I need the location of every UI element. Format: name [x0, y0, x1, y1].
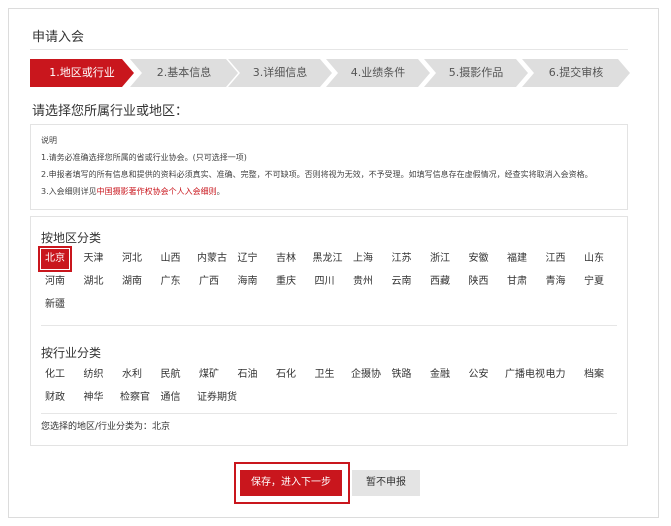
instructions-heading: 说明 — [41, 136, 57, 145]
industry-option[interactable]: 档案 — [580, 365, 608, 385]
step-3: 3.详细信息 — [228, 59, 332, 87]
category-panel: 按地区分类 北京 天津 河北 山西 内蒙古 辽宁 吉林 黑龙江 上海 江苏 浙江 安徽 福建 江西 山东河南… — [30, 216, 628, 446]
region-option[interactable]: 重庆 — [272, 272, 300, 292]
industry-option[interactable]: 证券期货 — [195, 388, 239, 408]
section-divider — [41, 325, 617, 326]
region-option[interactable]: 广西 — [195, 272, 223, 292]
industry-option[interactable]: 企摄协 — [349, 365, 383, 385]
region-option[interactable]: 辽宁 — [234, 249, 262, 269]
industry-options: 化工 纺织 水利 民航 煤矿 石油 石化 卫生 企摄协 铁路 金融 公安 广播电视 电力 档案财政 神华 检察官… — [41, 365, 621, 411]
step-5: 5.摄影作品 — [424, 59, 528, 87]
region-options: 北京 天津 河北 山西 内蒙古 辽宁 吉林 黑龙江 上海 江苏 浙江 安徽 福建 江西 山东河南 湖北 湖南 广东… — [38, 246, 621, 319]
membership-rules-link[interactable]: 中国摄影著作权协会个人入会细则 — [97, 187, 217, 196]
step-1: 1.地区或行业 — [30, 59, 134, 87]
instruction-line-1: 1.请务必准确选择您所属的省或行业协会。(只可选择一项) — [41, 153, 247, 162]
industry-option[interactable]: 广播电视 — [503, 365, 547, 385]
industry-option[interactable]: 检察官 — [118, 388, 152, 408]
industry-option[interactable]: 财政 — [41, 388, 69, 408]
region-option[interactable]: 河北 — [118, 249, 146, 269]
industry-option[interactable]: 民航 — [157, 365, 185, 385]
instruction-line-3-prefix: 3.入会细则详见 — [41, 187, 97, 196]
region-option[interactable]: 贵州 — [349, 272, 377, 292]
step-4: 4.业绩条件 — [326, 59, 430, 87]
industry-option[interactable]: 电力 — [542, 365, 570, 385]
industry-option[interactable]: 卫生 — [311, 365, 339, 385]
industry-option[interactable]: 石化 — [272, 365, 300, 385]
industry-option[interactable]: 公安 — [465, 365, 493, 385]
region-option[interactable]: 江西 — [542, 249, 570, 269]
save-and-next-button[interactable]: 保存，进入下一步 — [240, 470, 342, 496]
region-option[interactable]: 安徽 — [465, 249, 493, 269]
instruction-line-3: 3.入会细则详见中国摄影著作权协会个人入会细则。 — [41, 186, 225, 197]
summary-divider — [41, 413, 617, 414]
instruction-line-3-suffix: 。 — [216, 187, 225, 196]
region-option[interactable]: 四川 — [311, 272, 339, 292]
skip-application-button[interactable]: 暂不申报 — [352, 470, 420, 496]
region-option[interactable]: 宁夏 — [580, 272, 608, 292]
selection-summary: 您选择的地区/行业分类为：北京 — [41, 422, 171, 432]
region-option[interactable]: 海南 — [234, 272, 262, 292]
title-divider — [30, 49, 628, 50]
industry-option[interactable]: 铁路 — [388, 365, 416, 385]
selection-prompt: 请选择您所属行业或地区： — [32, 104, 189, 119]
page-title: 申请入会 — [32, 30, 85, 45]
region-option[interactable]: 浙江 — [426, 249, 454, 269]
industry-option[interactable]: 煤矿 — [195, 365, 223, 385]
industry-option[interactable]: 水利 — [118, 365, 146, 385]
instructions-box: 说明 1.请务必准确选择您所属的省或行业协会。(只可选择一项) 2.申报者填写的… — [30, 124, 628, 210]
region-option[interactable]: 上海 — [349, 249, 377, 269]
region-option[interactable]: 湖南 — [118, 272, 146, 292]
step-progress-bar: 1.地区或行业 2.基本信息 3.详细信息 4.业绩条件 5.摄影作品 6.提交… — [30, 59, 630, 87]
industry-option[interactable]: 纺织 — [80, 365, 108, 385]
region-section-title: 按地区分类 — [41, 231, 102, 245]
region-option[interactable]: 湖北 — [80, 272, 108, 292]
region-option[interactable]: 陕西 — [465, 272, 493, 292]
industry-option[interactable]: 金融 — [426, 365, 454, 385]
region-option[interactable]: 甘肃 — [503, 272, 531, 292]
step-6: 6.提交审核 — [522, 59, 630, 87]
region-option[interactable]: 天津 — [80, 249, 108, 269]
industry-option[interactable]: 石油 — [234, 365, 262, 385]
region-option[interactable]: 吉林 — [272, 249, 300, 269]
region-option[interactable]: 内蒙古 — [195, 249, 229, 269]
industry-section-title: 按行业分类 — [41, 346, 102, 360]
region-option[interactable]: 西藏 — [426, 272, 454, 292]
region-option[interactable]: 新疆 — [41, 295, 69, 315]
instruction-line-2: 2.申报者填写的所有信息和提供的资料必须真实、准确、完整，不可缺项。否则将视为无… — [41, 170, 593, 179]
region-option[interactable]: 黑龙江 — [311, 249, 345, 269]
region-option[interactable]: 山西 — [157, 249, 185, 269]
region-option[interactable]: 广东 — [157, 272, 185, 292]
region-option[interactable]: 青海 — [542, 272, 570, 292]
region-option[interactable]: 河南 — [41, 272, 69, 292]
step-2: 2.基本信息 — [130, 59, 238, 87]
industry-option[interactable]: 通信 — [157, 388, 185, 408]
region-option[interactable]: 福建 — [503, 249, 531, 269]
region-option[interactable]: 山东 — [580, 249, 608, 269]
region-option[interactable]: 云南 — [388, 272, 416, 292]
industry-option[interactable]: 化工 — [41, 365, 69, 385]
region-option[interactable]: 江苏 — [388, 249, 416, 269]
industry-option[interactable]: 神华 — [80, 388, 108, 408]
region-option[interactable]: 北京 — [38, 246, 72, 272]
